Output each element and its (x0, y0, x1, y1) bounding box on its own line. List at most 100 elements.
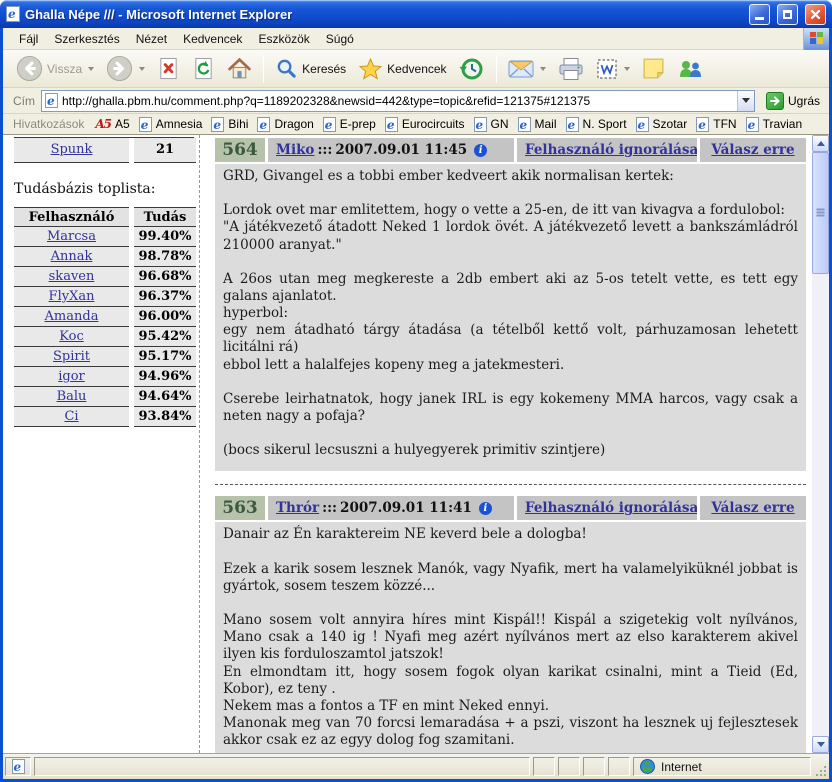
ignore-user-link[interactable]: Felhasználó ignorálása (525, 500, 697, 516)
post-author-cell: Thrór:::2007.09.01 11:41i (268, 496, 514, 520)
link-nsport[interactable]: eN. Sport (566, 117, 627, 132)
user-link-spunk[interactable]: Spunk (51, 142, 93, 157)
post-author-link[interactable]: Thrór (276, 500, 319, 516)
mail-button[interactable] (503, 56, 551, 82)
close-button[interactable] (805, 4, 826, 25)
refresh-button[interactable] (187, 53, 220, 84)
mail-dropdown-icon[interactable] (540, 67, 546, 71)
user-link[interactable]: Spirit (53, 349, 90, 364)
scrollbar-track[interactable] (812, 152, 829, 736)
edit-dropdown-icon[interactable] (624, 67, 630, 71)
print-icon (558, 57, 584, 81)
knowledge-value: 94.64% (134, 387, 196, 407)
toplist-table: Felhasználó Tudás Marcsa99.40% Annak98.7… (14, 207, 196, 427)
scrollbar-thumb[interactable] (812, 152, 829, 274)
post-timestamp: 2007.09.01 11:45 (335, 142, 467, 158)
windows-flag-icon (810, 32, 824, 45)
reply-link[interactable]: Válasz erre (711, 500, 794, 516)
user-link[interactable]: igor (58, 369, 85, 384)
link-travian[interactable]: eTravian (746, 117, 803, 132)
menu-edit[interactable]: Szerkesztés (46, 29, 127, 49)
table-row: Spirit95.17% (14, 347, 196, 367)
post-author-link[interactable]: Miko (276, 142, 314, 158)
back-button[interactable]: Vissza (11, 52, 99, 85)
scroll-up-button[interactable] (812, 135, 829, 152)
menu-view[interactable]: Nézet (128, 29, 175, 49)
globe-icon (640, 759, 655, 774)
zone-label: Internet (661, 760, 702, 774)
ie-page-icon: e (257, 117, 270, 132)
ie-page-icon: e (518, 117, 531, 132)
knowledge-value: 96.37% (134, 287, 196, 307)
user-link[interactable]: Balu (57, 389, 87, 404)
back-dropdown-icon[interactable] (88, 67, 94, 71)
menu-tools[interactable]: Eszközök (250, 29, 317, 49)
favorites-label: Kedvencek (387, 62, 446, 76)
discuss-button[interactable] (637, 54, 670, 83)
reply-link[interactable]: Válasz erre (711, 142, 794, 158)
edit-button[interactable] (591, 55, 635, 83)
favorites-button[interactable]: Kedvencek (353, 54, 451, 84)
user-link[interactable]: skaven (49, 269, 95, 284)
minimize-button[interactable] (749, 4, 770, 25)
ie-page-icon: e (696, 117, 709, 132)
browser-window: e Ghalla Népe /// - Microsoft Internet E… (0, 0, 832, 782)
link-amnesia[interactable]: eAmnesia (139, 117, 203, 132)
address-input[interactable] (62, 92, 733, 110)
post-timestamp: 2007.09.01 11:41 (340, 500, 472, 516)
go-label: Ugrás (788, 94, 820, 108)
a5-logo-icon: A5 (95, 117, 111, 131)
user-link[interactable]: Marcsa (47, 229, 96, 244)
print-button[interactable] (553, 54, 589, 84)
forward-button[interactable] (101, 52, 150, 85)
status-pane (533, 757, 555, 776)
user-link[interactable]: Amanda (45, 309, 99, 324)
menu-file[interactable]: Fájl (11, 29, 46, 49)
menu-help[interactable]: Súgó (318, 29, 362, 49)
search-label: Keresés (302, 62, 346, 76)
table-row: skaven 96.68% (14, 267, 196, 287)
link-szotar[interactable]: eSzotar (636, 117, 688, 132)
link-tfn[interactable]: eTFN (696, 117, 736, 132)
user-link[interactable]: Koc (59, 329, 83, 344)
standard-toolbar: Vissza (3, 50, 829, 88)
messenger-button[interactable] (672, 54, 708, 84)
info-icon[interactable]: i (474, 144, 487, 157)
user-link[interactable]: Ci (64, 409, 78, 424)
forward-dropdown-icon[interactable] (139, 67, 145, 71)
link-bihi[interactable]: eBihi (211, 117, 248, 132)
link-a5[interactable]: A5A5 (95, 117, 129, 131)
link-dragon[interactable]: eDragon (257, 117, 313, 132)
search-button[interactable]: Keresés (270, 54, 351, 83)
go-button[interactable]: Ugrás (761, 90, 825, 112)
arrow-up-icon (817, 141, 825, 146)
toplist-title: Tudásbázis toplista: (14, 181, 199, 197)
link-gn[interactable]: eGN (474, 117, 509, 132)
link-mail[interactable]: eMail (518, 117, 557, 132)
address-dropdown-button[interactable] (737, 91, 754, 111)
history-button[interactable] (454, 53, 490, 85)
menu-favorites[interactable]: Kedvencek (175, 29, 250, 49)
sidebar: Spunk 21 Tudásbázis toplista: Felhasznál… (3, 135, 200, 753)
toolbar-separator (496, 55, 497, 83)
close-icon (810, 9, 821, 20)
knowledge-value: 96.68% (134, 267, 196, 287)
maximize-button[interactable] (777, 4, 798, 25)
address-label: Cím (13, 94, 35, 108)
link-eprep[interactable]: eE-prep (323, 117, 376, 132)
ie-page-icon: e (12, 759, 25, 774)
minimize-icon (755, 17, 764, 20)
table-row: Koc95.42% (14, 327, 196, 347)
link-eurocircuits[interactable]: eEurocircuits (385, 117, 465, 132)
resize-grip[interactable] (814, 764, 827, 777)
user-link[interactable]: Annak (51, 249, 93, 264)
scroll-down-button[interactable] (812, 736, 829, 753)
window-title: Ghalla Népe /// - Microsoft Internet Exp… (25, 7, 742, 22)
info-icon[interactable]: i (479, 502, 492, 515)
arrow-down-icon (817, 742, 825, 747)
stop-button[interactable] (152, 53, 185, 84)
ignore-user-link[interactable]: Felhasználó ignorálása (525, 142, 697, 158)
user-link[interactable]: FlyXan (49, 289, 95, 304)
vertical-scrollbar[interactable] (812, 135, 829, 753)
home-button[interactable] (222, 53, 257, 84)
